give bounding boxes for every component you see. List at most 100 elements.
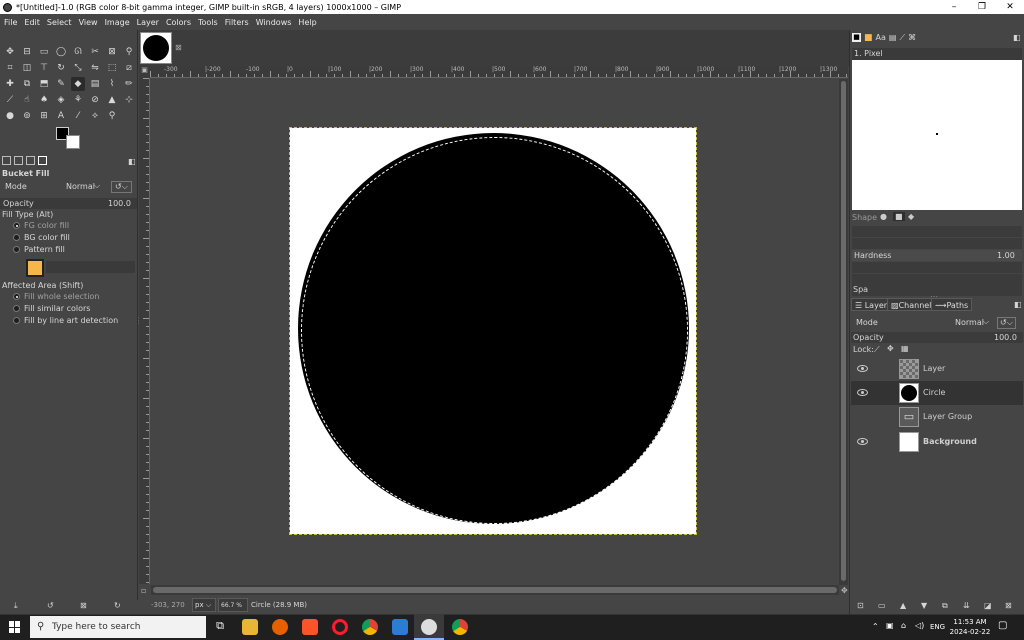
warp-transform-icon[interactable]: ⊤ — [37, 61, 51, 75]
menu-select[interactable]: Select — [47, 18, 72, 27]
menu-colors[interactable]: Colors — [166, 18, 191, 27]
patterns-tab-icon[interactable]: ■ — [864, 33, 873, 43]
windows-start-icon[interactable] — [9, 621, 21, 633]
pattern-name-field[interactable] — [46, 261, 135, 273]
menu-tools[interactable]: Tools — [198, 18, 218, 27]
close-tab-icon[interactable]: ⊠ — [175, 43, 182, 52]
pattern-fill-radio[interactable] — [13, 246, 20, 253]
pattern-fill-label[interactable]: Pattern fill — [24, 245, 65, 254]
color-picker-icon[interactable]: ⁄ — [71, 109, 85, 123]
taskbar-search-input[interactable]: Type here to search — [30, 616, 206, 638]
zoom-select[interactable]: 66.7 % ⌵ — [218, 598, 248, 622]
rotate-tool-icon[interactable]: ↻ — [54, 61, 68, 75]
fg-fill-label[interactable]: FG color fill — [24, 221, 69, 230]
brush-preview[interactable] — [852, 60, 1022, 210]
layers-mode-chevron-icon[interactable]: ⌵ — [983, 317, 989, 327]
chrome-icon[interactable] — [452, 619, 468, 635]
raise-layer-icon[interactable]: ▲ — [900, 601, 906, 610]
spikes-slider[interactable] — [852, 238, 1022, 249]
mode-reset-icon[interactable]: ↺⌵ — [111, 181, 132, 193]
eye-icon[interactable] — [857, 438, 868, 445]
tray-chevron-icon[interactable]: ⌃ — [872, 622, 879, 631]
crop-tool-icon[interactable]: ⌗ — [3, 61, 17, 75]
dock-menu-icon[interactable]: ◧ — [1013, 33, 1021, 42]
menu-edit[interactable]: Edit — [24, 18, 40, 27]
mode-select[interactable]: Normal — [66, 182, 95, 191]
airbrush-tool-icon[interactable]: ⚘ — [71, 93, 85, 107]
pattern-swatch[interactable] — [26, 259, 44, 277]
scale-tool-icon[interactable]: ⤡ — [71, 61, 85, 75]
gradients-tab-icon[interactable]: ▤ — [889, 33, 897, 43]
device-status-tab-icon[interactable] — [14, 156, 23, 165]
fill-similar-colors-label[interactable]: Fill similar colors — [24, 304, 90, 313]
image-tab-thumbnail[interactable] — [140, 32, 172, 64]
navigate-icon[interactable]: ✥ — [841, 586, 848, 595]
layer-row-layer-group[interactable]: ▭ Layer Group — [851, 405, 1023, 429]
menu-layer[interactable]: Layer — [137, 18, 159, 27]
vertical-scrollbar[interactable] — [839, 79, 848, 585]
restore-button[interactable]: ❐ — [968, 2, 996, 12]
heal-tool-icon[interactable]: ✚ — [3, 77, 17, 91]
radius-slider[interactable] — [852, 226, 1022, 237]
layer-row-layer[interactable]: Layer — [851, 357, 1023, 381]
menu-view[interactable]: View — [79, 18, 98, 27]
fill-line-art-radio[interactable] — [13, 317, 20, 324]
align-tool-icon[interactable]: ⊟ — [20, 45, 34, 59]
reset-options-icon[interactable]: ↻ — [114, 601, 121, 610]
volume-icon[interactable]: ◁) — [915, 621, 924, 630]
bg-fill-radio[interactable] — [13, 234, 20, 241]
lock-pixels-icon[interactable]: ⟋ — [874, 345, 880, 355]
tool-options-tab-icon[interactable] — [2, 156, 11, 165]
chrome-icon[interactable] — [362, 619, 378, 635]
fg-fill-radio[interactable] — [13, 222, 20, 229]
fg-select-icon[interactable]: ⊠ — [105, 45, 119, 59]
bg-fill-label[interactable]: BG color fill — [24, 233, 70, 242]
fill-whole-selection-label[interactable]: Fill whole selection — [24, 292, 99, 301]
text-tool-icon[interactable]: A — [54, 109, 68, 123]
minimize-button[interactable]: – — [940, 2, 968, 12]
shape-round-icon[interactable]: ● — [880, 212, 887, 221]
background-color-swatch[interactable] — [66, 135, 80, 149]
cage-tool-icon[interactable]: ⬚ — [105, 61, 119, 75]
brave-icon[interactable] — [302, 619, 318, 635]
fuzzy-select-icon[interactable]: ⚲ — [122, 45, 136, 59]
layers-opacity-slider[interactable]: Opacity 100.0 — [851, 332, 1023, 343]
menu-filters[interactable]: Filters — [225, 18, 249, 27]
brushes-tab-icon[interactable]: ■ — [852, 33, 861, 42]
network-icon[interactable]: ⌂ — [901, 621, 906, 630]
mypaint-tab-icon[interactable]: ⌘ — [908, 33, 916, 43]
paintbrush-icon[interactable]: ⟋ — [3, 93, 17, 107]
layer-row-circle[interactable]: Circle — [851, 381, 1023, 405]
fonts-tab-icon[interactable]: Aa — [876, 33, 886, 43]
grid-tool-icon[interactable]: ⊞ — [37, 109, 51, 123]
zoom-tool-icon[interactable]: ⚲ — [105, 109, 119, 123]
tab-paths[interactable]: ⟿Paths — [931, 298, 973, 311]
mypaint-brush-icon[interactable]: ⌇ — [105, 77, 119, 91]
menu-help[interactable]: Help — [298, 18, 316, 27]
clone-tool-icon[interactable]: ⧉ — [20, 77, 34, 91]
delete-preset-icon[interactable]: ⊠ — [80, 601, 87, 610]
ink-tool-icon[interactable]: ♠ — [37, 93, 51, 107]
shape-square-icon[interactable]: ■ — [893, 212, 905, 221]
angle-slider[interactable] — [852, 274, 1022, 285]
dodge-burn-icon[interactable]: ⊘ — [88, 93, 102, 107]
add-mask-icon[interactable]: ◪ — [984, 601, 992, 610]
layers-mode-select[interactable]: Normal — [955, 318, 984, 327]
move-tool-icon[interactable]: ✥ — [3, 45, 17, 59]
close-button[interactable]: ✕ — [996, 2, 1024, 12]
layers-dock-menu-icon[interactable]: ◧ — [1014, 300, 1022, 309]
opera-icon[interactable] — [332, 619, 348, 635]
undo-history-tab-icon[interactable] — [26, 156, 35, 165]
gradient-tool-icon[interactable]: ▤ — [88, 77, 102, 91]
ellipse-select-icon[interactable]: ◯ — [54, 45, 68, 59]
free-select-icon[interactable]: ᘏ — [71, 45, 85, 59]
chevron-down-icon[interactable]: ⌵ — [94, 181, 100, 191]
lower-layer-icon[interactable]: ▼ — [921, 601, 927, 610]
restore-preset-icon[interactable]: ↺ — [47, 601, 54, 610]
rect-select-icon[interactable]: ▭ — [37, 45, 51, 59]
pencil-tool-icon[interactable]: ✏ — [122, 77, 136, 91]
flip-tool-icon[interactable]: ⇋ — [88, 61, 102, 75]
fill-whole-selection-radio[interactable] — [13, 293, 20, 300]
duplicate-layer-icon[interactable]: ⧉ — [942, 601, 948, 611]
tray-app-icon[interactable]: ▣ — [886, 621, 894, 630]
